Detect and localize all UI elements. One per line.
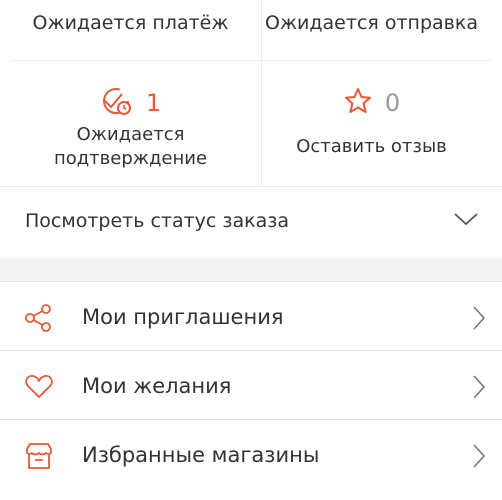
menu-item-favorite-stores[interactable]: Избранные магазины: [0, 419, 502, 488]
awaiting-confirmation-button[interactable]: 1 Ожидается подтверждение: [10, 61, 251, 186]
chevron-right-icon: [472, 374, 486, 404]
leave-review-label: Оставить отзыв: [296, 136, 447, 157]
share-icon: [24, 303, 52, 332]
section-separator: [0, 258, 502, 281]
leave-review-count: 0: [384, 89, 401, 117]
chevron-down-icon: [453, 211, 479, 231]
view-order-status-row[interactable]: Посмотреть статус заказа: [0, 186, 502, 258]
star-icon: [343, 86, 373, 120]
awaiting-payment-label: Ожидается платёж: [32, 12, 229, 34]
menu-item-wishlist[interactable]: Мои желания: [0, 350, 502, 419]
clock-check-icon: [100, 85, 134, 121]
awaiting-shipment-button[interactable]: Ожидается отправка: [251, 0, 492, 60]
account-menu: Мои приглашения Мои желания Избранные ма…: [0, 281, 502, 488]
awaiting-confirmation-label: Ожидается подтверждение: [53, 124, 208, 169]
menu-item-label: Избранные магазины: [82, 443, 320, 467]
order-status-grid: Ожидается платёж Ожидается отправка 1 Ож…: [10, 0, 492, 186]
awaiting-shipment-label: Ожидается отправка: [264, 12, 478, 34]
heart-icon: [24, 372, 53, 400]
awaiting-payment-button[interactable]: Ожидается платёж: [10, 0, 251, 60]
chevron-right-icon: [472, 305, 486, 335]
view-order-status-label: Посмотреть статус заказа: [25, 210, 290, 232]
menu-item-label: Мои желания: [82, 374, 232, 398]
menu-item-invitations[interactable]: Мои приглашения: [0, 281, 502, 350]
store-icon: [24, 441, 52, 469]
awaiting-confirmation-count: 1: [145, 89, 162, 117]
leave-review-button[interactable]: 0 Оставить отзыв: [251, 61, 492, 186]
menu-item-label: Мои приглашения: [82, 305, 284, 329]
chevron-right-icon: [472, 443, 486, 473]
